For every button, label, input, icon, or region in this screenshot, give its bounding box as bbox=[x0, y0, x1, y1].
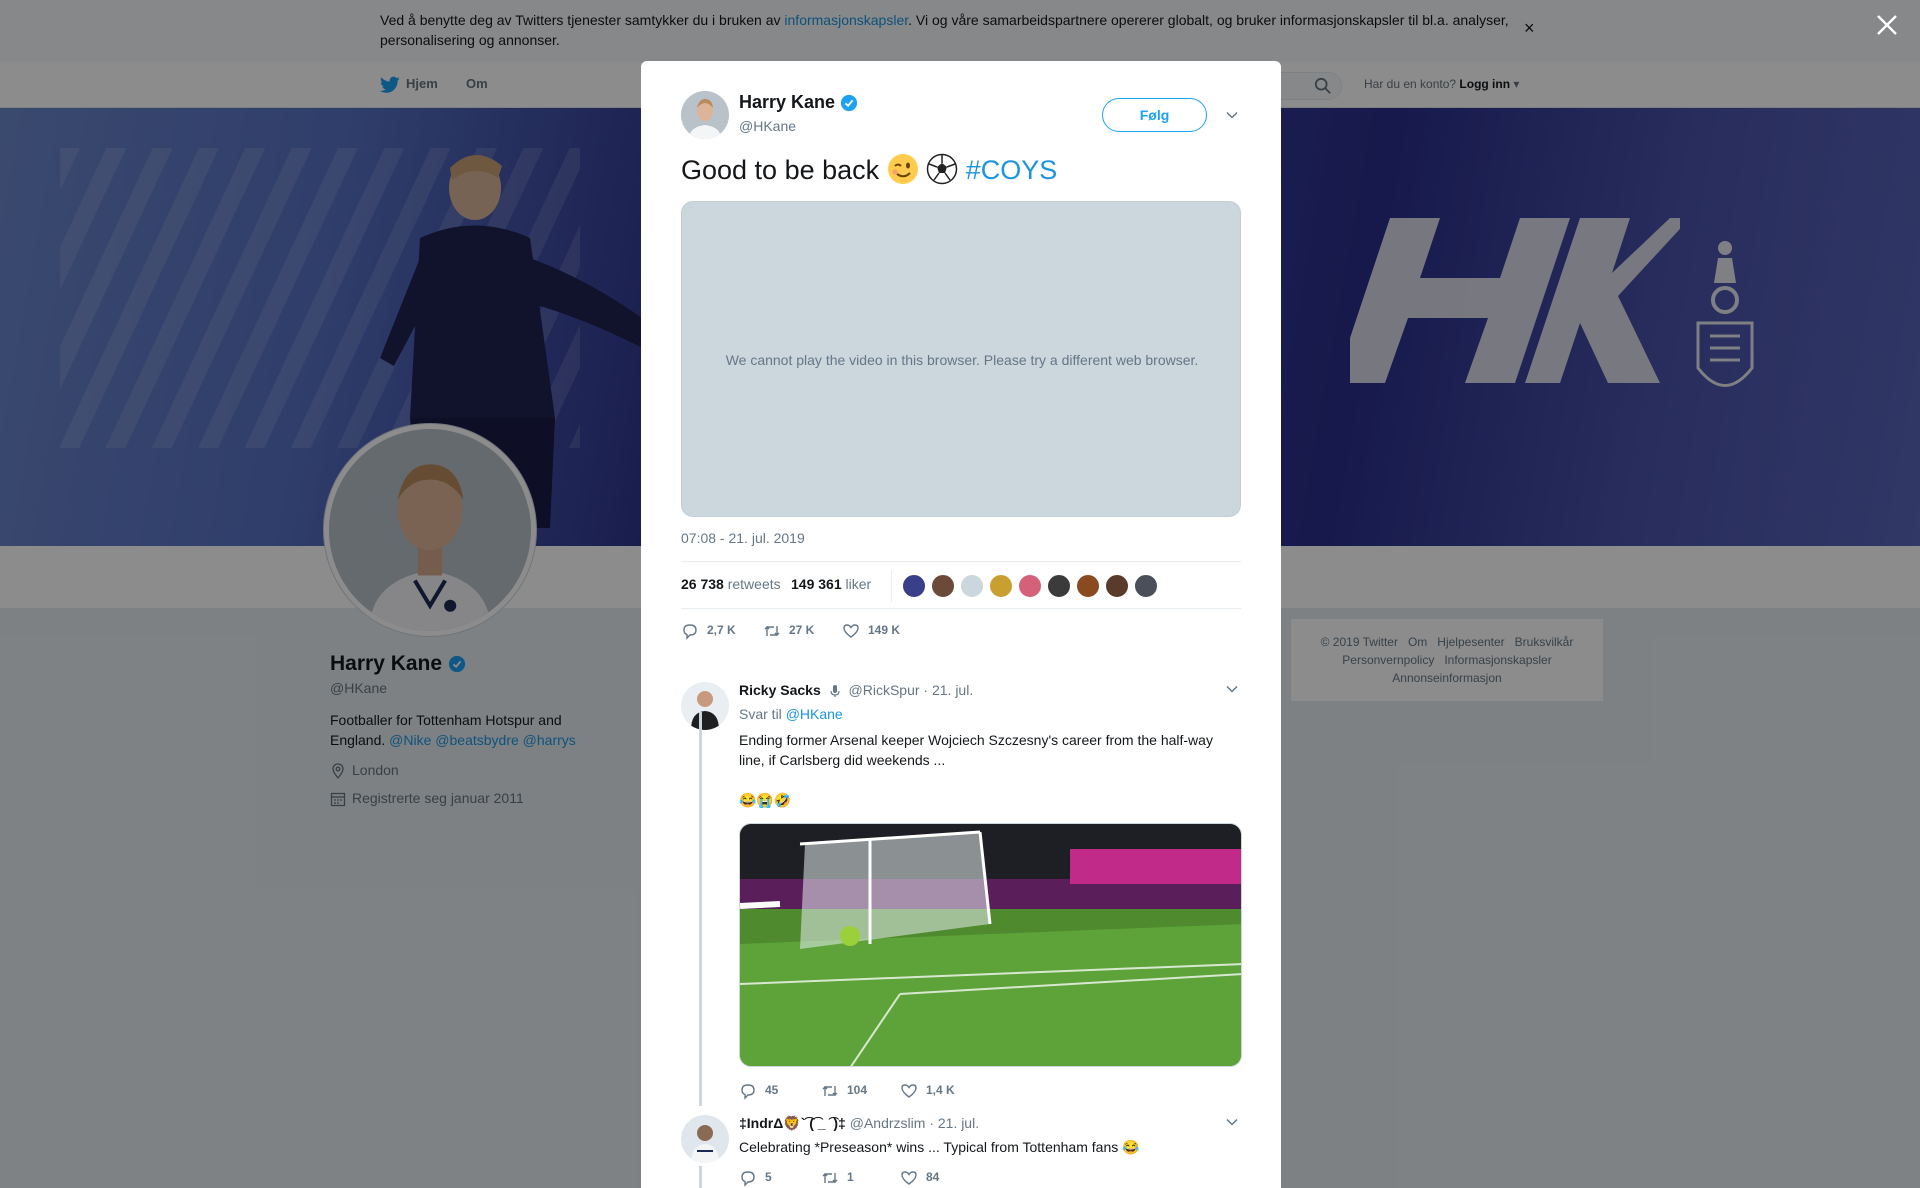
reply-emoji-line: 😂😭🤣 bbox=[739, 792, 792, 808]
reply-text-body: Ending former Arsenal keeper Wojciech Sz… bbox=[739, 732, 1213, 768]
reply-to-handle[interactable]: @HKane bbox=[786, 706, 843, 722]
thread-connector bbox=[699, 712, 702, 1106]
retweet-action[interactable]: 104 bbox=[821, 1082, 867, 1100]
retweet-action[interactable]: 1 bbox=[821, 1169, 854, 1187]
tweet-stats: 26 738 retweets 149 361 liker bbox=[681, 561, 1241, 609]
reply-action[interactable]: 45 bbox=[739, 1082, 778, 1100]
retweet-icon bbox=[822, 1086, 838, 1096]
reply-author-avatar[interactable] bbox=[681, 1115, 729, 1163]
reply-count: 2,7 K bbox=[707, 623, 736, 638]
liker-avatar[interactable] bbox=[1047, 574, 1071, 598]
liker-avatar[interactable] bbox=[989, 574, 1013, 598]
like-count: 1,4 K bbox=[926, 1083, 955, 1098]
tweet-author-avatar[interactable] bbox=[681, 91, 729, 139]
tweet-text-body: Good to be back bbox=[681, 155, 880, 185]
reply-action[interactable]: 2,7 K bbox=[681, 622, 736, 640]
liker-avatar[interactable] bbox=[1018, 574, 1042, 598]
reply-tweet[interactable]: ‡IndrΔ🦁`͡ (͡ _ ͡ )‡ @Andrzslim · 21. jul… bbox=[681, 1115, 1241, 1188]
like-action[interactable]: 84 bbox=[900, 1169, 939, 1187]
retweet-count: 104 bbox=[847, 1083, 868, 1098]
retweet-stat[interactable]: 26 738 retweets bbox=[681, 576, 781, 592]
reply-author-name[interactable]: Ricky Sacks bbox=[739, 682, 821, 698]
reply-icon bbox=[683, 624, 697, 640]
reply-icon bbox=[741, 1171, 755, 1187]
heart-icon bbox=[901, 1084, 917, 1098]
like-label: liker bbox=[845, 576, 872, 592]
tweet-author-handle[interactable]: @HKane bbox=[739, 118, 796, 134]
reply-date[interactable]: · 21. jul. bbox=[929, 1115, 979, 1131]
wink-emoji-icon bbox=[887, 154, 918, 184]
liker-avatar[interactable] bbox=[1134, 574, 1158, 598]
reply-icon bbox=[741, 1084, 755, 1100]
microphone-icon bbox=[830, 685, 840, 698]
like-short-count: 149 K bbox=[868, 623, 901, 638]
close-modal-icon[interactable] bbox=[1874, 12, 1900, 38]
retweet-icon bbox=[764, 626, 780, 636]
liker-avatar[interactable] bbox=[931, 574, 955, 598]
reply-text: Celebrating *Preseason* wins ... Typical… bbox=[739, 1139, 1140, 1155]
retweet-count: 26 738 bbox=[681, 576, 724, 592]
reply-avatar-image bbox=[681, 682, 729, 730]
author-avatar-image bbox=[681, 91, 729, 139]
follow-button[interactable]: Følg bbox=[1102, 98, 1207, 132]
liker-avatar[interactable] bbox=[902, 574, 926, 598]
retweet-count: 1 bbox=[847, 1170, 854, 1185]
reply-author-handle[interactable]: @Andrzslim bbox=[850, 1115, 926, 1131]
reply-author-avatar[interactable] bbox=[681, 682, 729, 730]
like-action[interactable]: 149 K bbox=[842, 622, 900, 640]
retweet-label: retweets bbox=[727, 576, 781, 592]
like-count: 149 361 bbox=[791, 576, 842, 592]
reply-tweet[interactable]: Ricky Sacks @RickSpur · 21. jul. Svar ti… bbox=[681, 682, 1242, 1142]
tweet-author-name[interactable]: Harry Kane bbox=[739, 92, 858, 113]
like-stat[interactable]: 149 361 liker bbox=[791, 576, 871, 592]
reply-to-label: Svar til bbox=[739, 706, 782, 722]
verified-badge-icon bbox=[840, 95, 858, 112]
chevron-down-icon[interactable] bbox=[1225, 1115, 1239, 1129]
reply-author-handle[interactable]: @RickSpur bbox=[849, 682, 920, 698]
video-player[interactable]: We cannot play the video in this browser… bbox=[681, 201, 1241, 517]
retweet-action[interactable]: 27 K bbox=[763, 622, 814, 640]
tweet-text: Good to be back #COYS bbox=[681, 153, 1057, 186]
soccer-ball-icon bbox=[926, 153, 958, 185]
reply-count: 45 bbox=[765, 1083, 779, 1098]
reply-author-name[interactable]: ‡IndrΔ🦁`͡ (͡ _ ͡ )‡ bbox=[739, 1115, 846, 1131]
heart-icon bbox=[843, 624, 859, 638]
reply-action[interactable]: 5 bbox=[739, 1169, 772, 1187]
reply-avatar-image bbox=[681, 1115, 729, 1163]
retweet-icon bbox=[822, 1173, 838, 1183]
reply-to: Svar til @HKane bbox=[739, 706, 843, 722]
tweet-timestamp[interactable]: 07:08 - 21. jul. 2019 bbox=[681, 530, 805, 546]
retweet-short-count: 27 K bbox=[789, 623, 815, 638]
chevron-down-icon[interactable] bbox=[1225, 682, 1239, 696]
reply-media-image[interactable] bbox=[739, 823, 1242, 1067]
chevron-down-icon[interactable] bbox=[1225, 108, 1239, 122]
tweet-modal: Harry Kane @HKane Følg Good to be back #… bbox=[641, 61, 1281, 1188]
liker-avatar[interactable] bbox=[1105, 574, 1129, 598]
video-error-message: We cannot play the video in this browser… bbox=[725, 352, 1199, 368]
reply-count: 5 bbox=[765, 1170, 772, 1185]
thread-connector bbox=[699, 1166, 702, 1188]
tweet-author-name-text: Harry Kane bbox=[739, 92, 836, 112]
liker-avatar[interactable] bbox=[960, 574, 984, 598]
goal-scene-image bbox=[740, 824, 1241, 1066]
liker-avatar[interactable] bbox=[1076, 574, 1100, 598]
reply-text: Ending former Arsenal keeper Wojciech Sz… bbox=[739, 730, 1229, 810]
like-count: 84 bbox=[926, 1170, 940, 1185]
like-action[interactable]: 1,4 K bbox=[900, 1082, 955, 1100]
heart-icon bbox=[901, 1171, 917, 1185]
reply-date[interactable]: · 21. jul. bbox=[923, 682, 973, 698]
likers-avatars bbox=[891, 570, 1158, 602]
hashtag-link[interactable]: #COYS bbox=[966, 155, 1058, 185]
reply-header: Ricky Sacks @RickSpur · 21. jul. bbox=[739, 682, 973, 698]
reply-header: ‡IndrΔ🦁`͡ (͡ _ ͡ )‡ @Andrzslim · 21. jul… bbox=[739, 1115, 979, 1132]
